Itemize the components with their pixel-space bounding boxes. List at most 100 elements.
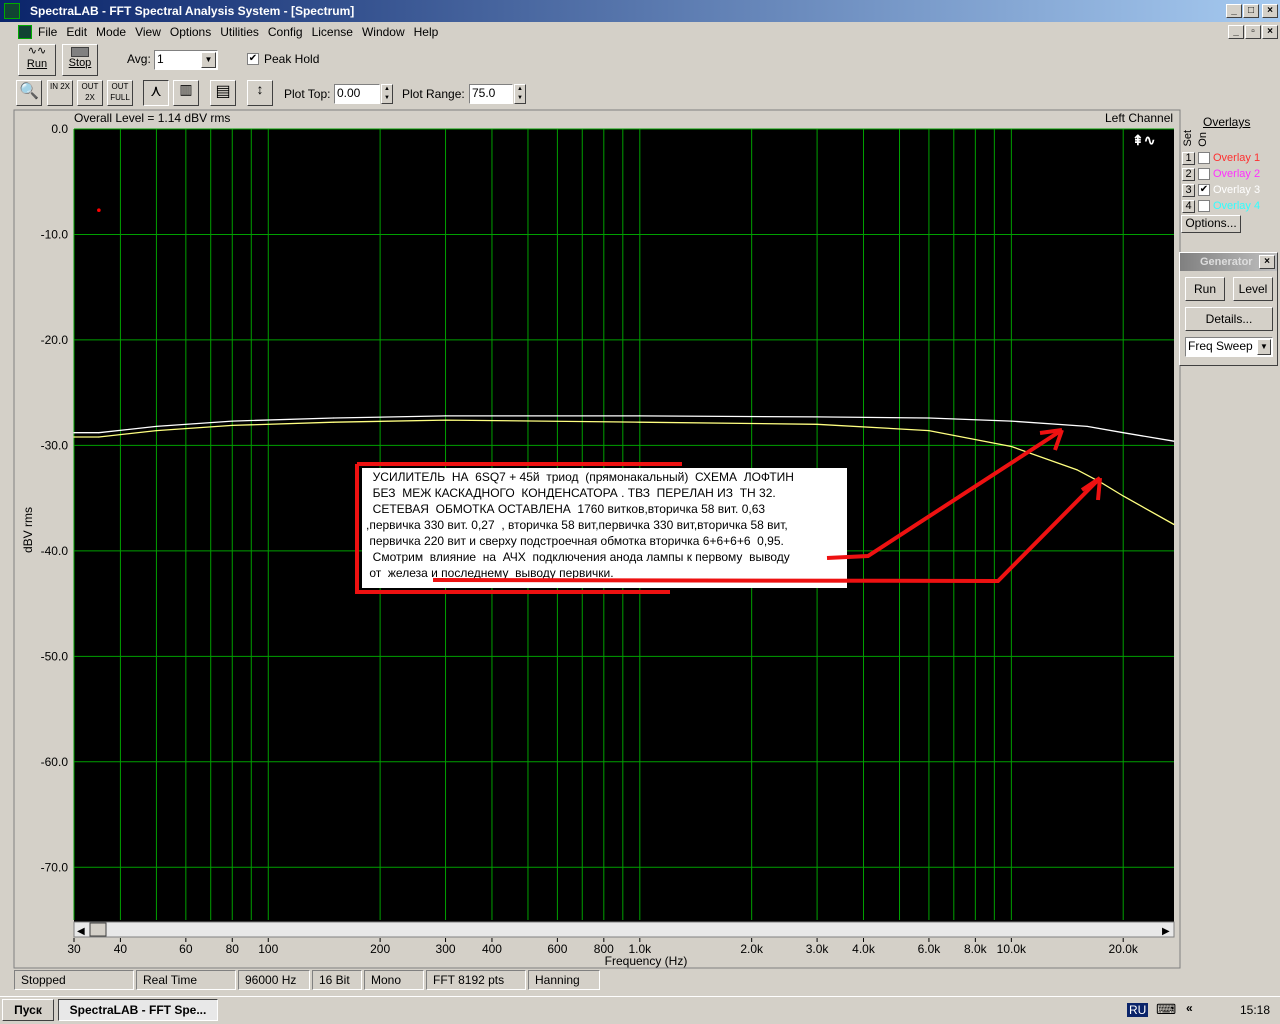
clock: 15:18 — [1240, 1003, 1271, 1017]
data-point — [1100, 481, 1102, 483]
overlay-label: Overlay 3 — [1213, 184, 1261, 196]
x-tick-label: 2.0k — [740, 942, 764, 956]
overlays-title: Overlays — [1203, 115, 1251, 129]
data-point — [928, 417, 930, 419]
y-tick-label: -50.0 — [41, 649, 69, 663]
x-tick-label: 20.0k — [1109, 942, 1139, 956]
y-tick-label: 0.0 — [51, 122, 68, 136]
annotation-line: УСИЛИТЕЛЬ НА 6SQ7 + 45й триод (прямонака… — [366, 470, 794, 484]
data-point — [98, 432, 100, 434]
status-field: Stopped — [14, 970, 134, 990]
data-point — [444, 415, 447, 417]
data-point — [73, 436, 75, 438]
scrollbar-thumb[interactable] — [89, 922, 107, 937]
language-indicator[interactable]: RU — [1127, 1003, 1149, 1017]
overlay-list: 1 Overlay 1 2 Overlay 2 3 ✔ Overlay 3 4 Overlay … — [1182, 150, 1260, 214]
status-field: Mono — [364, 970, 424, 990]
data-point — [444, 419, 447, 421]
x-tick-label: 40 — [114, 942, 128, 956]
overlay-options-button[interactable]: Options... — [1181, 215, 1241, 233]
data-point — [98, 436, 100, 438]
x-tick-label: 400 — [482, 942, 502, 956]
overall-level: Overall Level = 1.14 dBV rms — [74, 111, 231, 125]
tray-expand-icon[interactable]: « — [1186, 1001, 1193, 1015]
annotation-line: от железа и последнему выводу первички. — [366, 566, 614, 580]
x-tick-label: 30 — [67, 942, 81, 956]
status-bar: Stopped Real Time 96000 Hz 16 Bit Mono FFT 81… — [14, 970, 602, 990]
overlay-row: 4 Overlay 4 — [1182, 198, 1260, 214]
data-point — [639, 421, 641, 423]
data-point — [333, 417, 335, 419]
overlay-on-checkbox[interactable] — [1198, 152, 1210, 164]
keyboard-icon[interactable]: ⌨ — [1156, 1001, 1176, 1018]
overlay-row: 2 Overlay 2 — [1182, 166, 1260, 182]
annotation-line: Смотрим влияние на АЧХ подключения анода… — [366, 550, 790, 564]
overlay-label: Overlay 1 — [1213, 152, 1261, 164]
x-tick-label: 8.0k — [964, 942, 988, 956]
generator-level-button[interactable]: Level — [1233, 277, 1273, 301]
y-tick-label: -10.0 — [41, 227, 69, 241]
data-point — [1010, 420, 1012, 422]
data-point — [1122, 432, 1124, 434]
y-tick-label: -60.0 — [41, 755, 69, 769]
x-axis-label: Frequency (Hz) — [605, 954, 688, 968]
scroll-right-icon[interactable]: ▶ — [1162, 926, 1170, 937]
data-point — [639, 415, 641, 417]
overlay-set-button[interactable]: 3 — [1182, 183, 1195, 197]
trigger-sine-icon[interactable]: ⇞∿ — [1132, 132, 1155, 149]
y-tick-label: -30.0 — [41, 438, 69, 452]
annotation-textbox: УСИЛИТЕЛЬ НА 6SQ7 + 45й триод (прямонака… — [362, 468, 847, 588]
generator-run-button[interactable]: Run — [1185, 277, 1225, 301]
data-point — [928, 430, 930, 432]
data-point — [155, 425, 158, 428]
overlay-set-button[interactable]: 4 — [1182, 199, 1195, 213]
data-point — [1010, 445, 1012, 448]
data-point — [231, 420, 233, 422]
y-axis-label: dBV rms — [21, 507, 35, 553]
annotation-line: СЕТЕВАЯ ОБМОТКА ОСТАВЛЕНА 1760 витков,вт… — [366, 502, 766, 516]
data-point — [73, 432, 75, 434]
status-field: Real Time — [136, 970, 236, 990]
overlay-on-checkbox[interactable]: ✔ — [1198, 184, 1210, 196]
annotation-line: первичка 220 вит и сверху подстроечная о… — [366, 534, 784, 548]
on-header: On — [1197, 132, 1209, 147]
generator-details-button[interactable]: Details... — [1185, 307, 1273, 331]
data-point — [333, 421, 335, 423]
taskbar: Пуск SpectraLAB - FFT Spe... RU ⌨ « 15:1… — [0, 996, 1280, 1024]
y-tick-label: -40.0 — [41, 544, 69, 558]
generator-close-icon[interactable]: × — [1259, 255, 1275, 269]
overlay-on-checkbox[interactable] — [1198, 168, 1210, 180]
status-field: 96000 Hz — [238, 970, 310, 990]
overlay-row: 1 Overlay 1 — [1182, 150, 1260, 166]
y-tick-label: -70.0 — [41, 860, 69, 874]
data-point — [1086, 425, 1088, 428]
taskbar-task-spectralab[interactable]: SpectraLAB - FFT Spe... — [58, 999, 218, 1021]
status-field: FFT 8192 pts — [426, 970, 526, 990]
status-field: Hanning — [528, 970, 600, 990]
data-point — [155, 430, 158, 432]
overlay-set-button[interactable]: 2 — [1182, 167, 1195, 181]
overlay-label: Overlay 4 — [1213, 200, 1261, 212]
annotation-line: ,первичка 330 вит. 0,27 , вторичка 58 ви… — [366, 518, 788, 532]
x-tick-label: 200 — [370, 942, 390, 956]
generator-mode-select[interactable]: Freq Sweep ▼ — [1185, 337, 1273, 357]
chevron-down-icon[interactable]: ▼ — [1257, 339, 1271, 355]
x-tick-label: 600 — [547, 942, 567, 956]
start-button[interactable]: Пуск — [2, 999, 54, 1021]
overlay-on-checkbox[interactable] — [1198, 200, 1210, 212]
x-tick-label: 3.0k — [806, 942, 830, 956]
data-point — [231, 424, 233, 426]
peak-marker — [97, 208, 101, 213]
x-tick-label: 80 — [226, 942, 240, 956]
data-point — [816, 416, 818, 418]
overlay-set-button[interactable]: 1 — [1182, 151, 1195, 165]
data-point — [1173, 523, 1175, 526]
x-tick-label: 60 — [179, 942, 193, 956]
x-tick-label: 4.0k — [852, 942, 876, 956]
scroll-left-icon[interactable]: ◀ — [77, 926, 85, 937]
x-tick-label: 6.0k — [918, 942, 942, 956]
overlay-label: Overlay 2 — [1213, 168, 1261, 180]
data-point — [1076, 469, 1078, 471]
x-tick-label: 100 — [258, 942, 278, 956]
horizontal-scrollbar[interactable] — [73, 921, 1175, 938]
